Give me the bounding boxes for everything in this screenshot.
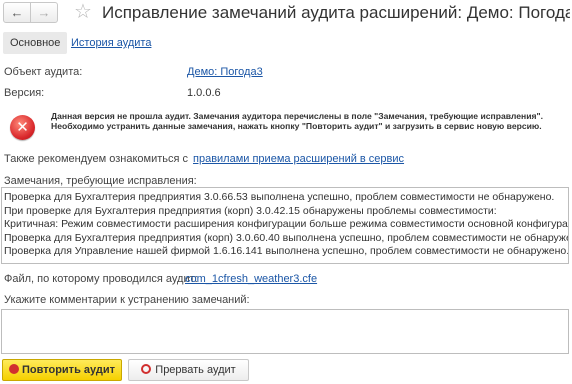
version-value: 1.0.0.6 xyxy=(187,87,221,99)
error-message: Данная версия не прошла аудит. Замечания… xyxy=(51,111,543,131)
comment-label: Укажите комментарии к устранению замечан… xyxy=(4,294,250,306)
forward-arrow-icon[interactable]: → xyxy=(30,2,58,23)
tab-bar: Основное История аудита xyxy=(0,30,572,56)
window-title: Исправление замечаний аудита расширений:… xyxy=(102,3,570,22)
stop-audit-button[interactable]: Прервать аудит xyxy=(128,359,249,381)
version-label: Версия: xyxy=(4,87,45,99)
rules-link[interactable]: правилами приема расширений в сервис xyxy=(193,153,404,165)
retry-audit-label: Повторить аудит xyxy=(22,364,115,376)
tab-main[interactable]: Основное xyxy=(3,32,68,54)
retry-audit-button[interactable]: Повторить аудит xyxy=(2,359,122,381)
note-line: Проверка для Бухгалтерия предприятия (ко… xyxy=(4,231,569,244)
note-line: При проверке для Бухгалтерия предприятия… xyxy=(4,204,497,217)
notes-label: Замечания, требующие исправления: xyxy=(4,175,197,187)
file-label: Файл, по которому проводился аудит: xyxy=(4,273,198,285)
recommend-text: Также рекомендуем ознакомиться с xyxy=(4,153,189,165)
object-link[interactable]: Демо: Погода3 xyxy=(187,66,263,78)
notes-textbox[interactable]: Проверка для Бухгалтерия предприятия 3.0… xyxy=(1,187,569,264)
note-line: Критичная: Режим совместимости расширени… xyxy=(4,218,569,231)
error-icon: ✕ xyxy=(10,115,35,140)
file-link[interactable]: com_1cfresh_weather3.cfe xyxy=(185,273,317,285)
stop-icon xyxy=(141,364,152,374)
back-arrow-icon[interactable]: ← xyxy=(3,2,31,23)
favorite-star-icon[interactable]: ☆ xyxy=(74,1,92,23)
note-line: Проверка для Управление нашей фирмой 1.6… xyxy=(4,245,569,258)
tab-audit-history[interactable]: История аудита xyxy=(71,32,151,54)
comment-field[interactable] xyxy=(1,309,569,354)
note-line: Проверка для Бухгалтерия предприятия 3.0… xyxy=(4,191,555,203)
title-bar: ← → ☆ Исправление замечаний аудита расши… xyxy=(0,0,572,30)
object-label: Объект аудита: xyxy=(4,66,83,78)
retry-icon xyxy=(9,364,19,374)
stop-audit-label: Прервать аудит xyxy=(155,364,236,376)
